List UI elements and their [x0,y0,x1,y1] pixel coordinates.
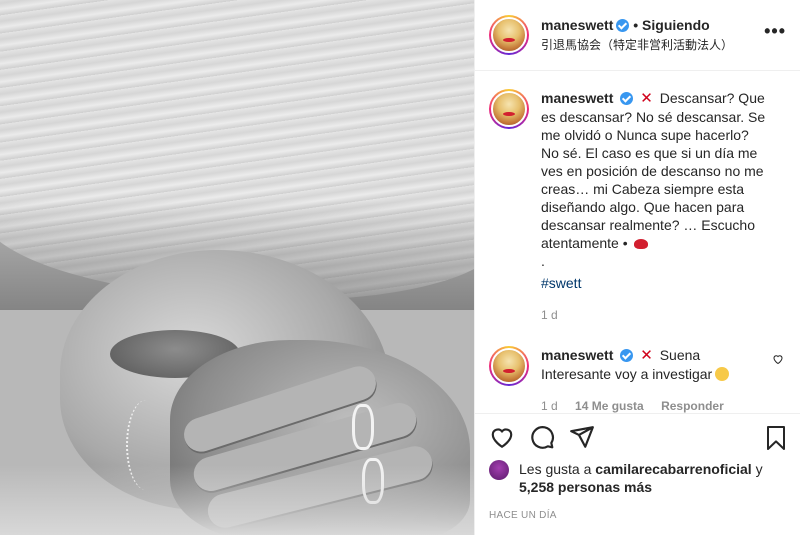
caption-body: maneswett ✕ Descansar? Que es descansar?… [541,89,767,324]
caption-age[interactable]: 1 d [541,306,767,324]
reply-likes[interactable]: 14 Me gusta [575,399,644,412]
follow-separator: • [633,17,639,34]
likes-prefix: Les gusta a [519,461,592,478]
instagram-post-view: maneswett • Siguiendo 引退馬協会（特定非営利活動法人） •… [0,0,800,535]
bookmark-icon[interactable] [764,425,788,451]
cross-mark-icon: ✕ [640,347,653,365]
comment-like-heart-icon[interactable] [772,353,784,365]
caption-comment: maneswett ✕ Descansar? Que es descansar?… [489,89,784,324]
author-info: maneswett • Siguiendo 引退馬協会（特定非営利活動法人） [541,17,733,53]
comment-icon[interactable] [529,424,555,450]
photo-bottom [0,465,474,535]
share-icon[interactable] [569,424,595,450]
post-timestamp[interactable]: HACE UN DÍA [475,496,800,521]
post-photo[interactable] [0,0,474,535]
action-bar [475,412,800,461]
caption-username[interactable]: maneswett [541,90,613,106]
liker-avatar[interactable] [489,460,509,481]
reply-comment: maneswett ✕ Suena Interesante voy a inve… [489,346,784,413]
caption-avatar[interactable] [489,89,529,130]
verified-icon [616,19,630,33]
hashtag-link[interactable]: #swett [541,274,767,292]
likes-conj: y [755,461,763,478]
caption-dot-line: . [541,253,545,270]
reply-meta: 1 d 14 Me gusta Responder [541,397,767,412]
more-icon[interactable]: ••• [764,22,786,40]
post-side-panel: maneswett • Siguiendo 引退馬協会（特定非営利活動法人） •… [474,0,800,535]
likes-summary: Les gusta a camilarecabarrenoficial y 5,… [475,460,800,496]
likes-count[interactable]: 5,258 personas más [519,479,652,495]
verified-icon [620,92,634,106]
likes-text: Les gusta a camilarecabarrenoficial y 5,… [519,460,763,496]
cross-mark-icon: ✕ [640,90,653,108]
post-header: maneswett • Siguiendo 引退馬協会（特定非営利活動法人） •… [475,0,800,72]
heart-icon[interactable] [489,424,515,450]
comments-section: maneswett ✕ Descansar? Que es descansar?… [475,71,800,413]
reply-button[interactable]: Responder [661,399,724,412]
follow-status-button[interactable]: Siguiendo [642,17,710,33]
photo-ring [352,404,374,450]
reply-body: maneswett ✕ Suena Interesante voy a inve… [541,346,767,413]
verified-icon [620,349,634,363]
author-username[interactable]: maneswett [541,17,613,33]
caption-text: Descansar? Que es descansar? No sé desca… [541,90,766,252]
reply-avatar[interactable] [489,346,529,387]
author-avatar[interactable] [489,15,529,56]
reply-age[interactable]: 1 d [541,399,558,412]
reply-username[interactable]: maneswett [541,347,613,363]
lips-emoji-icon [633,239,648,250]
liker-username[interactable]: camilarecabarrenoficial [595,461,751,477]
post-location[interactable]: 引退馬協会（特定非営利活動法人） [541,36,733,53]
thinking-emoji-icon [715,367,730,382]
